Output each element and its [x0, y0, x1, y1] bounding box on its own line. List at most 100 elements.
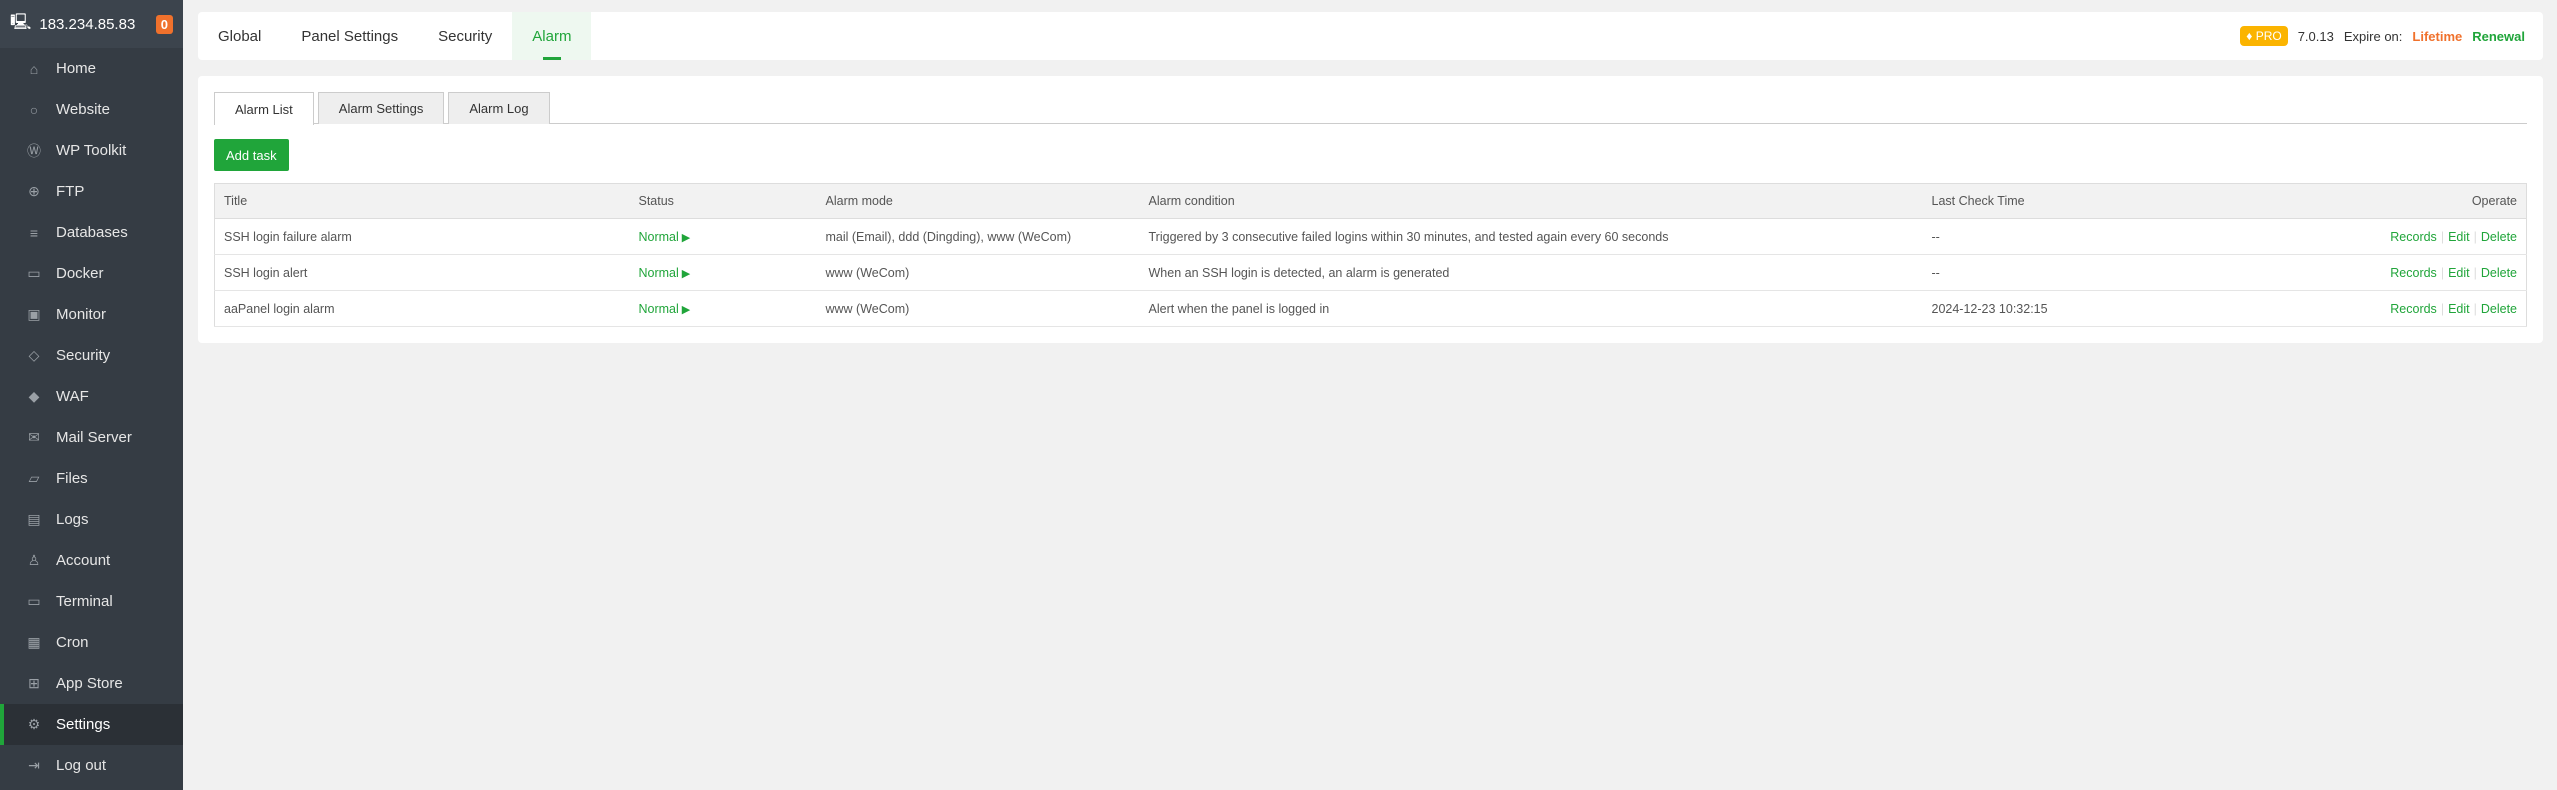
sidebar-item-security[interactable]: ◇ Security: [0, 335, 183, 376]
status-toggle[interactable]: Normal ▶: [629, 254, 817, 291]
user-icon: ♙: [27, 552, 41, 568]
col-status: Status: [629, 183, 817, 219]
col-last-check: Last Check Time: [1922, 183, 2213, 219]
sidebar-item-wp-toolkit[interactable]: Ⓦ WP Toolkit: [0, 130, 183, 171]
notification-badge[interactable]: 0: [155, 14, 173, 34]
status-label: Normal: [638, 301, 679, 316]
sidebar-item-settings[interactable]: ⚙ Settings: [0, 704, 183, 745]
diamond-icon: ♦: [2246, 29, 2256, 43]
sidebar-item-files[interactable]: ▱ Files: [0, 458, 183, 499]
alarm-condition: Triggered by 3 consecutive failed logins…: [1139, 218, 1923, 255]
status-toggle[interactable]: Normal ▶: [629, 218, 817, 255]
divider: |: [2473, 301, 2477, 316]
sidebar-item-label: Docker: [56, 265, 104, 282]
tab-panel-settings[interactable]: Panel Settings: [281, 12, 418, 60]
shield-icon: ◇: [28, 347, 40, 363]
alarm-subtabs: Alarm List Alarm Settings Alarm Log: [214, 92, 2527, 125]
renewal-link[interactable]: Renewal: [2472, 29, 2525, 44]
sidebar-item-label: Databases: [56, 224, 128, 241]
sidebar-item-website[interactable]: ○ Website: [0, 89, 183, 130]
alarm-mode: mail (Email), ddd (Dingding), www (WeCom…: [816, 218, 1140, 255]
calendar-icon: ▦: [27, 634, 41, 650]
sidebar-item-label: Cron: [56, 634, 89, 651]
col-alarm-mode: Alarm mode: [816, 183, 1140, 219]
records-link[interactable]: Records: [2390, 302, 2437, 316]
col-alarm-condition: Alarm condition: [1139, 183, 1923, 219]
logs-icon: ▤: [27, 511, 41, 527]
play-icon: ▶: [681, 303, 691, 316]
sidebar-item-label: App Store: [56, 675, 123, 692]
alarm-title: SSH login alert: [214, 254, 630, 291]
sidebar-item-label: Account: [56, 552, 111, 569]
alarm-condition: When an SSH login is detected, an alarm …: [1139, 254, 1923, 291]
sidebar-item-label: WAF: [56, 388, 89, 405]
sidebar-item-label: Website: [56, 101, 110, 118]
sidebar: 🖳 183.234.85.83 0 ⌂ Home ○ Website Ⓦ WP Toolk…: [0, 0, 183, 790]
sidebar-item-label: Logs: [56, 511, 89, 528]
monitor-icon: 🖳: [10, 13, 32, 31]
delete-link[interactable]: Delete: [2481, 266, 2517, 280]
tab-alarm[interactable]: Alarm: [512, 12, 592, 60]
expire-label: Expire on:: [2343, 28, 2403, 44]
col-title: Title: [214, 183, 630, 219]
sidebar-item-label: Log out: [56, 757, 107, 774]
records-link[interactable]: Records: [2390, 266, 2437, 280]
status-label: Normal: [638, 265, 679, 280]
tab-global[interactable]: Global: [198, 12, 281, 60]
globe-icon: ○: [29, 101, 39, 118]
sidebar-item-mail-server[interactable]: ✉ Mail Server: [0, 417, 183, 458]
sidebar-item-log-out[interactable]: ⇥ Log out: [0, 745, 183, 786]
expire-value: Lifetime: [2412, 28, 2463, 44]
sidebar-item-databases[interactable]: ≡ Databases: [0, 212, 183, 253]
sidebar-item-ftp[interactable]: ⊕ FTP: [0, 171, 183, 212]
sidebar-item-label: Terminal: [56, 593, 113, 610]
sidebar-item-docker[interactable]: ▭ Docker: [0, 253, 183, 294]
sidebar-item-label: Files: [56, 470, 88, 487]
sidebar-item-label: Settings: [56, 716, 111, 733]
sidebar-item-terminal[interactable]: ▭ Terminal: [0, 581, 183, 622]
subtab-alarm-list[interactable]: Alarm List: [214, 92, 314, 125]
sidebar-item-cron[interactable]: ▦ Cron: [0, 622, 183, 663]
settings-tabs: Global Panel Settings Security Alarm ♦ P…: [198, 12, 2543, 60]
sidebar-item-label: Monitor: [56, 306, 107, 323]
table-row: aaPanel login alarm Normal ▶ www (WeCom) …: [214, 290, 2527, 327]
apps-icon: ⊞: [28, 675, 40, 691]
operate-cell: Records | Edit | Delete: [2212, 290, 2527, 327]
sidebar-item-account[interactable]: ♙ Account: [0, 540, 183, 581]
sidebar-item-monitor[interactable]: ▣ Monitor: [0, 294, 183, 335]
divider: |: [2473, 229, 2477, 244]
pro-badge: ♦ PRO: [2240, 26, 2288, 46]
tab-security[interactable]: Security: [418, 12, 512, 60]
divider: |: [2440, 265, 2445, 280]
subtab-alarm-settings[interactable]: Alarm Settings: [317, 92, 445, 124]
last-check-time: --: [1922, 218, 2213, 255]
add-task-button[interactable]: Add task: [214, 139, 289, 171]
last-check-time: 2024-12-23 10:32:15: [1922, 290, 2213, 327]
version: 7.0.13: [2297, 28, 2334, 44]
wordpress-icon: Ⓦ: [27, 142, 41, 159]
edit-link[interactable]: Edit: [2448, 266, 2470, 280]
records-link[interactable]: Records: [2390, 230, 2437, 244]
alarm-title: SSH login failure alarm: [214, 218, 630, 255]
subtab-alarm-log[interactable]: Alarm Log: [448, 92, 550, 124]
folder-icon: ▱: [28, 470, 40, 486]
edit-link[interactable]: Edit: [2448, 302, 2470, 316]
divider: |: [2440, 229, 2445, 244]
status-toggle[interactable]: Normal ▶: [629, 290, 817, 327]
table-row: SSH login failure alarm Normal ▶ mail (Em…: [214, 218, 2527, 255]
sidebar-item-waf[interactable]: ◆ WAF: [0, 376, 183, 417]
sidebar-item-home[interactable]: ⌂ Home: [0, 48, 183, 89]
delete-link[interactable]: Delete: [2481, 302, 2517, 316]
divider: |: [2473, 265, 2477, 280]
alarm-mode: www (WeCom): [816, 290, 1140, 327]
alarm-title: aaPanel login alarm: [214, 290, 630, 327]
sidebar-item-app-store[interactable]: ⊞ App Store: [0, 663, 183, 704]
edit-link[interactable]: Edit: [2448, 230, 2470, 244]
terminal-icon: ▭: [27, 593, 41, 609]
sidebar-item-logs[interactable]: ▤ Logs: [0, 499, 183, 540]
logout-icon: ⇥: [28, 757, 40, 773]
database-icon: ≡: [29, 224, 39, 241]
sidebar-item-label: FTP: [56, 183, 85, 200]
sidebar-item-label: Home: [56, 60, 97, 77]
delete-link[interactable]: Delete: [2481, 230, 2517, 244]
